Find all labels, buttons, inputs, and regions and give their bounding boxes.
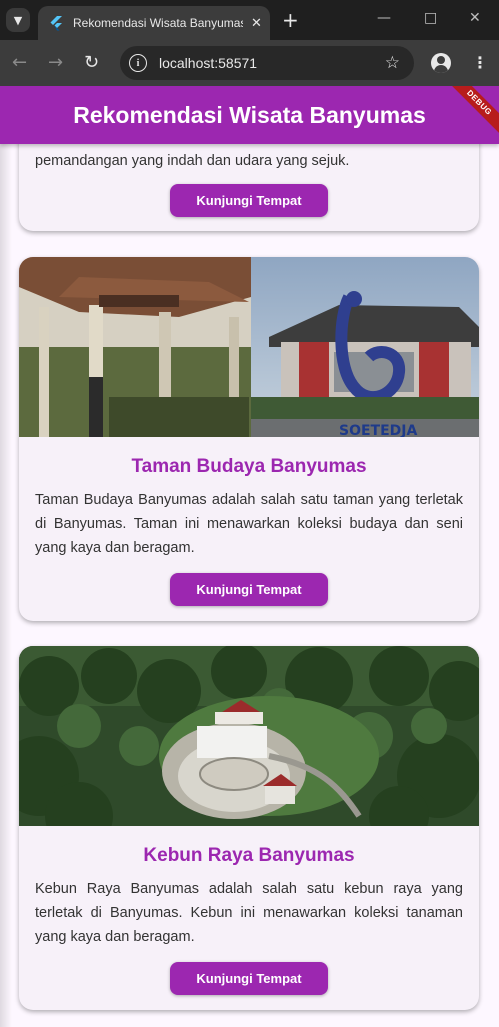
reload-icon[interactable]: ↻ <box>84 52 99 73</box>
browser-tab[interactable]: Rekomendasi Wisata Banyumas ✕ <box>38 6 270 40</box>
close-tab-icon[interactable]: ✕ <box>251 16 262 31</box>
visit-place-button[interactable]: Kunjungi Tempat <box>170 573 328 606</box>
card-title: Kebun Raya Banyumas <box>143 845 355 866</box>
card-title: Taman Budaya Banyumas <box>131 456 367 477</box>
site-info-icon[interactable]: i <box>129 54 147 72</box>
address-bar[interactable]: i localhost:58571 ☆ <box>120 46 414 80</box>
back-icon[interactable]: ← <box>12 52 27 73</box>
kebun-raya-image <box>19 646 479 826</box>
browser-menu-icon[interactable]: ⋮ <box>472 53 488 72</box>
bookmark-star-icon[interactable]: ☆ <box>385 53 400 73</box>
chevron-down-icon: ▼ <box>13 13 23 27</box>
app-bar: Rekomendasi Wisata Banyumas DEBUG <box>0 86 499 144</box>
card-description: Taman Budaya Banyumas adalah salah satu … <box>35 492 463 556</box>
minimize-icon[interactable]: — <box>377 10 391 26</box>
browser-tab-strip: ▼ Rekomendasi Wisata Banyumas ✕ + — □ ✕ <box>0 0 499 40</box>
new-tab-icon[interactable]: + <box>282 8 299 32</box>
app-viewport: Rekomendasi Wisata Banyumas DEBUG pemand… <box>0 86 499 1027</box>
destination-card: SOETEDJA Taman Budaya Banyumas Taman Bud… <box>19 257 479 621</box>
card-description: pemandangan yang indah dan udara yang se… <box>35 153 350 169</box>
tab-title: Rekomendasi Wisata Banyumas <box>73 16 243 30</box>
forward-icon[interactable]: → <box>48 52 63 73</box>
maximize-icon[interactable]: □ <box>424 10 437 26</box>
visit-place-button[interactable]: Kunjungi Tempat <box>170 962 328 995</box>
browser-toolbar: ← → ↻ i localhost:58571 ☆ ⋮ <box>0 40 499 86</box>
visit-place-button[interactable]: Kunjungi Tempat <box>170 184 328 217</box>
taman-budaya-image: SOETEDJA <box>19 257 479 437</box>
card-description: Kebun Raya Banyumas adalah salah satu ke… <box>35 881 463 945</box>
destination-card: Kebun Raya Banyumas Kebun Raya Banyumas … <box>19 646 479 1010</box>
url-text[interactable]: localhost:58571 <box>159 55 385 71</box>
page-title: Rekomendasi Wisata Banyumas <box>73 101 426 128</box>
tab-search-menu-button[interactable]: ▼ <box>6 8 30 32</box>
flutter-icon <box>50 16 62 31</box>
scroll-edge-shadow <box>0 86 12 1027</box>
image-sign-text: SOETEDJA <box>339 423 417 437</box>
debug-banner: DEBUG <box>445 86 499 137</box>
profile-avatar-icon[interactable] <box>431 53 451 73</box>
close-window-icon[interactable]: ✕ <box>469 10 481 26</box>
